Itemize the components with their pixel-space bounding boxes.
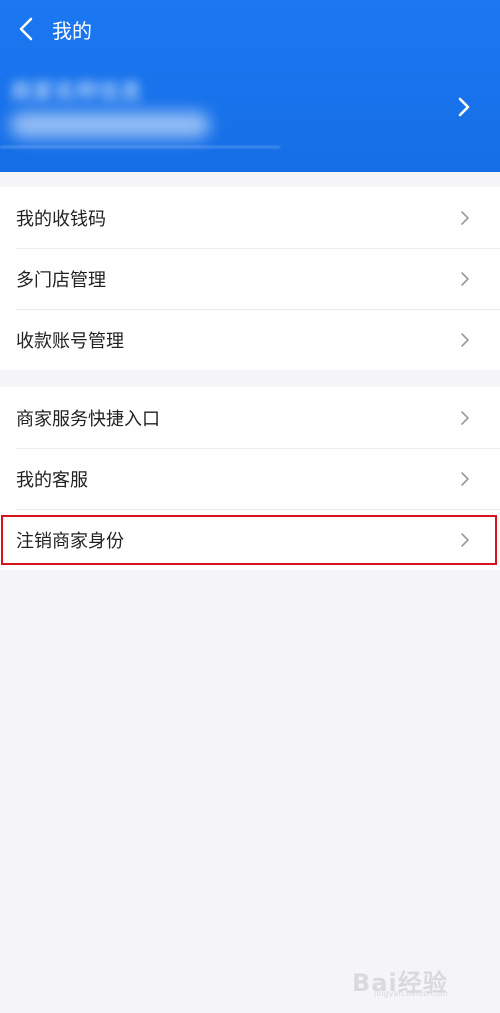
menu-group-1: 我的收钱码 多门店管理 收款账号管理 [0, 187, 500, 370]
merchant-name-blurred: 商家名称信息 [10, 80, 143, 105]
page-title: 我的 [52, 18, 92, 43]
menu-item-label: 我的收钱码 [16, 208, 106, 230]
menu-group-2: 商家服务快捷入口 我的客服 注销商家身份 [0, 387, 500, 570]
header: 我的 商家名称信息 [0, 0, 500, 172]
menu-item-label: 商家服务快捷入口 [16, 408, 160, 430]
back-button[interactable] [0, 0, 52, 58]
chevron-right-icon [458, 330, 472, 350]
blurred-divider [0, 146, 280, 148]
menu-item-label: 收款账号管理 [16, 330, 124, 352]
menu-item-label: 注销商家身份 [16, 530, 124, 552]
menu-item-merchant-services[interactable]: 商家服务快捷入口 [0, 387, 500, 448]
menu-item-label: 我的客服 [16, 469, 88, 491]
menu-item-my-qr-code[interactable]: 我的收钱码 [0, 187, 500, 248]
menu-item-payment-account[interactable]: 收款账号管理 [0, 309, 500, 370]
chevron-left-icon [19, 17, 33, 41]
merchant-info-blurred [10, 112, 210, 138]
profile-chevron [454, 92, 474, 122]
nav-bar: 我的 [0, 0, 500, 58]
profile-row[interactable]: 商家名称信息 [0, 62, 500, 162]
menu-item-customer-service[interactable]: 我的客服 [0, 448, 500, 509]
chevron-right-icon [458, 469, 472, 489]
chevron-right-icon [458, 269, 472, 289]
watermark-subtext: jingyan.baidu.com [374, 989, 448, 998]
chevron-right-icon [458, 97, 470, 117]
baidu-jingyan-watermark: Bai经验 jingyan.baidu.com [352, 959, 482, 999]
menu-item-multi-store[interactable]: 多门店管理 [0, 248, 500, 309]
menu-item-cancel-merchant-identity[interactable]: 注销商家身份 [0, 509, 500, 570]
menu-item-label: 多门店管理 [16, 269, 106, 291]
chevron-right-icon [458, 408, 472, 428]
chevron-right-icon [458, 530, 472, 550]
chevron-right-icon [458, 208, 472, 228]
